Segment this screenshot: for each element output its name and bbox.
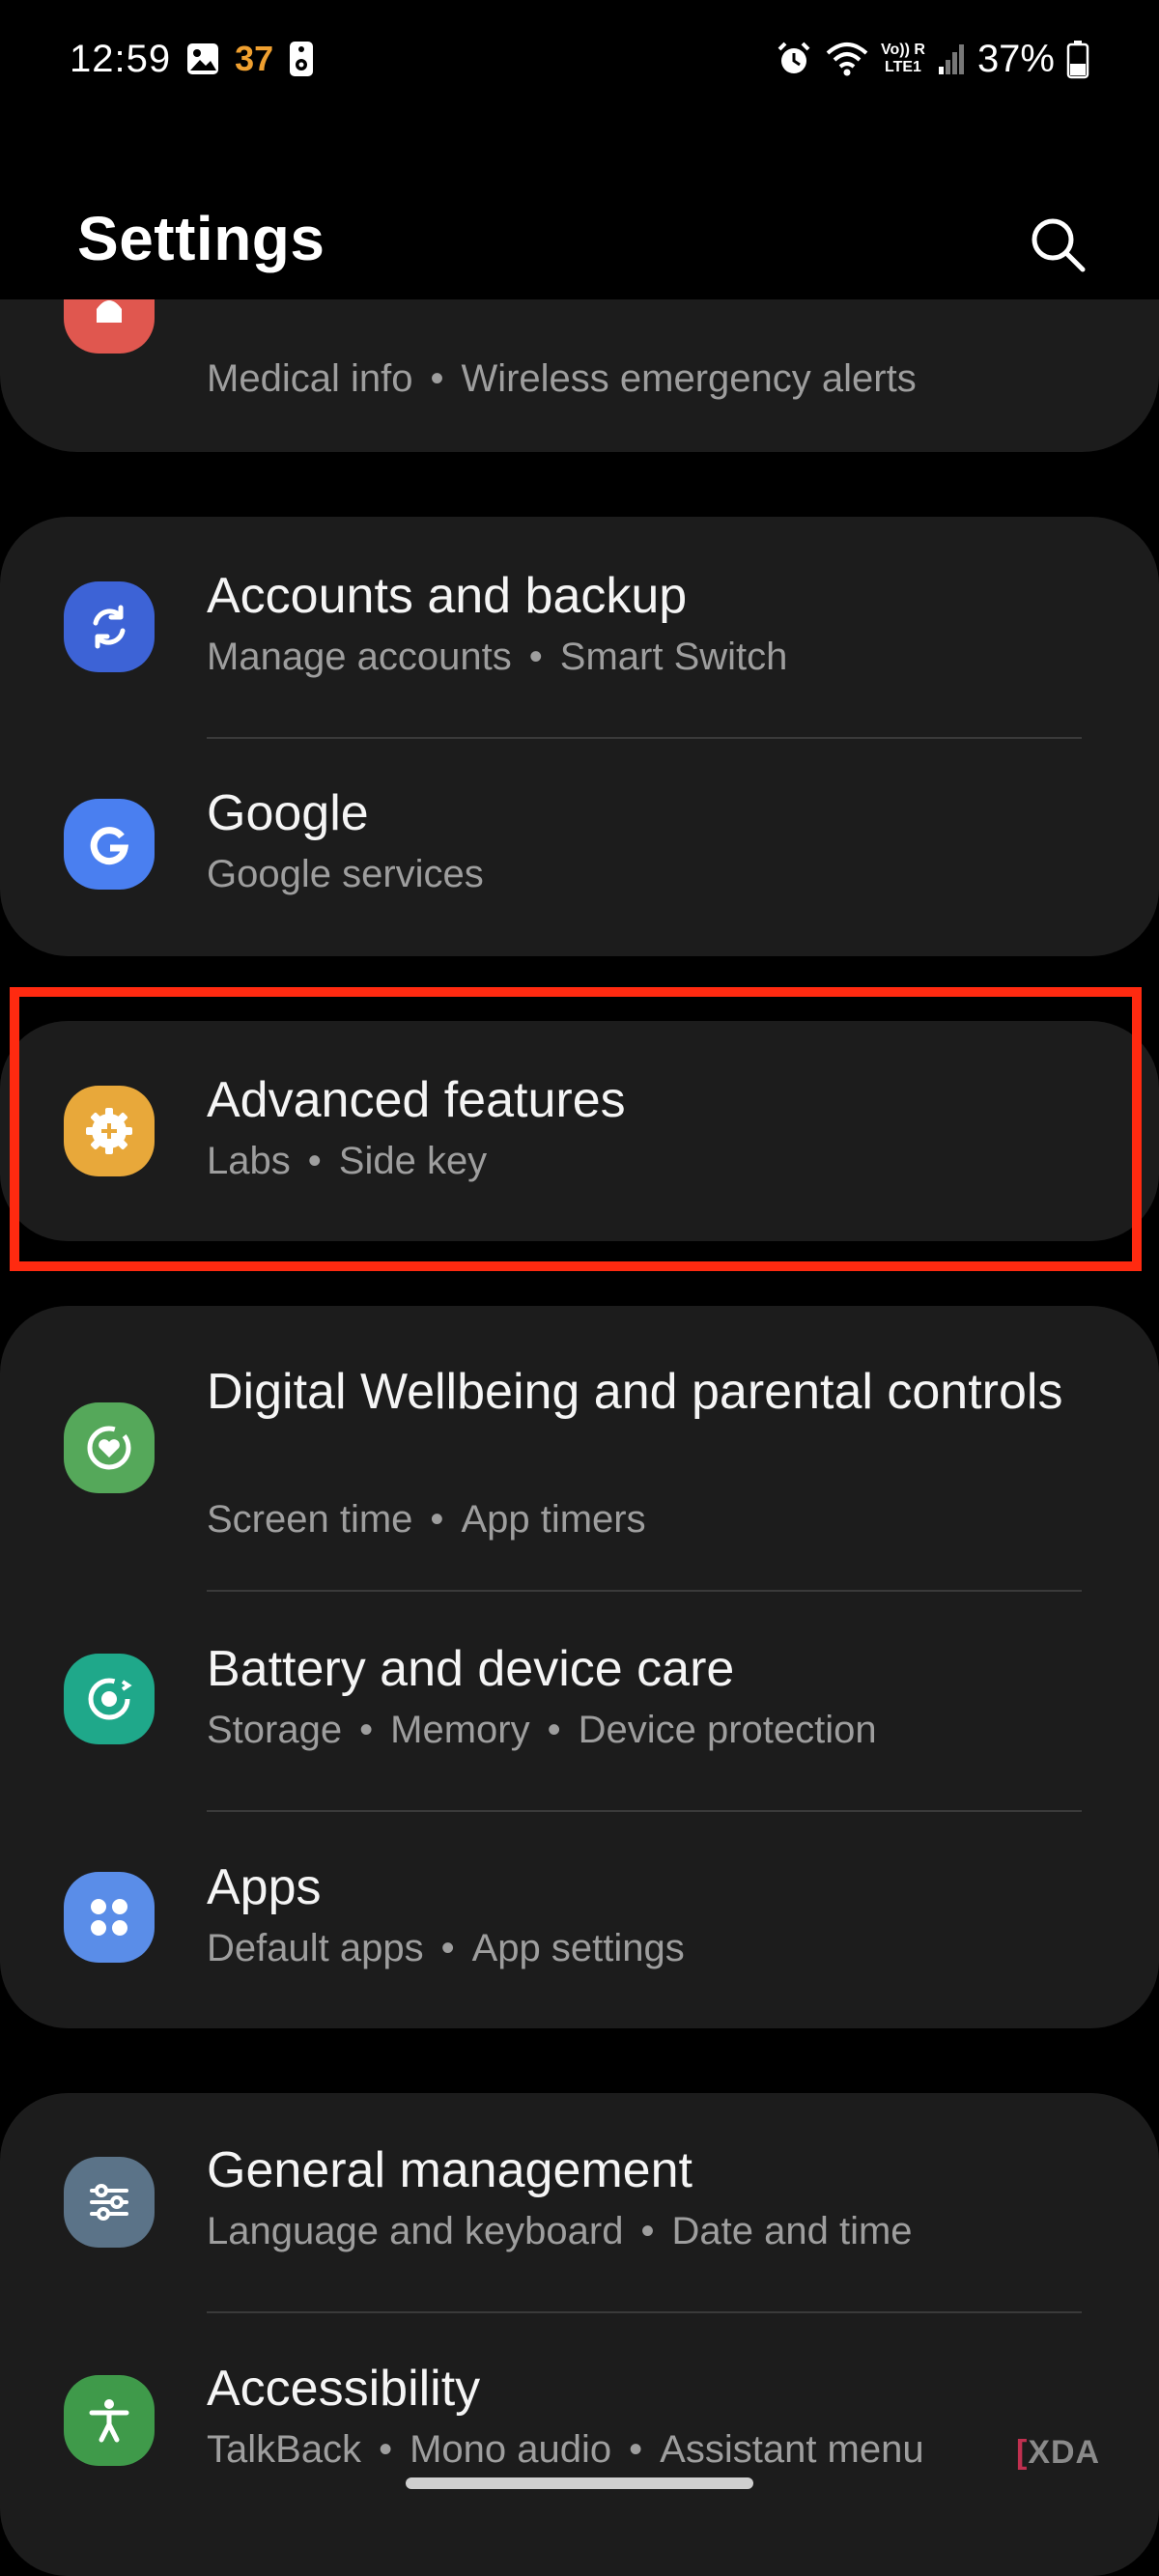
search-button[interactable] bbox=[1014, 203, 1101, 290]
volte-icon: Vo)) R LTE1 bbox=[881, 42, 925, 76]
siren-icon bbox=[64, 299, 155, 354]
xda-watermark: [XDA bbox=[1016, 2434, 1100, 2472]
advanced-sub-2: Side key bbox=[338, 1140, 488, 1182]
advanced-title: Advanced features bbox=[207, 1072, 626, 1128]
accessibility-sub-1: TalkBack bbox=[207, 2428, 362, 2471]
gallery-icon bbox=[184, 41, 221, 77]
general-sub-1: Language and keyboard bbox=[207, 2210, 624, 2252]
wellbeing-title: Digital Wellbeing and parental controls bbox=[207, 1364, 1063, 1420]
accessibility-icon bbox=[64, 2375, 155, 2466]
accounts-title: Accounts and backup bbox=[207, 568, 688, 624]
apps-item[interactable]: Apps Default apps • App settings bbox=[0, 1812, 1159, 2028]
advanced-card: Advanced features Labs • Side key bbox=[0, 1021, 1159, 1241]
sync-icon bbox=[64, 581, 155, 672]
accounts-card: Accounts and backup Manage accounts • Smar… bbox=[0, 517, 1159, 956]
wellbeing-sub-1: Screen time bbox=[207, 1498, 413, 1541]
wellbeing-sub-2: App timers bbox=[461, 1498, 646, 1541]
apps-sub-1: Default apps bbox=[207, 1927, 424, 1969]
separator: • bbox=[547, 1709, 561, 1751]
separator: • bbox=[430, 1498, 444, 1541]
digital-wellbeing-item[interactable]: Digital Wellbeing and parental controls … bbox=[0, 1306, 1159, 1590]
safety-sub-1: Medical info bbox=[207, 357, 413, 400]
status-bar: 12:59 37 Vo)) R LTE1 37% bbox=[0, 0, 1159, 116]
separator: • bbox=[359, 1709, 374, 1751]
general-sub-2: Date and time bbox=[671, 2210, 913, 2252]
volte-top-label: Vo)) R bbox=[881, 42, 925, 58]
battery-icon bbox=[1066, 39, 1089, 79]
device-icon bbox=[287, 40, 316, 78]
separator: • bbox=[629, 2428, 643, 2471]
accounts-sub-2: Smart Switch bbox=[559, 636, 788, 678]
separator: • bbox=[379, 2428, 393, 2471]
watermark-text: XDA bbox=[1028, 2434, 1101, 2471]
notification-count: 37 bbox=[235, 39, 274, 78]
separator: • bbox=[430, 357, 444, 400]
accounts-item[interactable]: Accounts and backup Manage accounts • Smar… bbox=[0, 517, 1159, 737]
accessibility-sub-3: Assistant menu bbox=[660, 2428, 924, 2471]
battery-device-care-item[interactable]: Battery and device care Storage • Memory • D… bbox=[0, 1592, 1159, 1810]
accounts-sub-1: Manage accounts bbox=[207, 636, 512, 678]
general-management-item[interactable]: General management Language and keyboard… bbox=[0, 2093, 1159, 2311]
device-care-icon bbox=[64, 1654, 155, 1744]
google-icon bbox=[64, 799, 155, 890]
signal-icon bbox=[937, 40, 966, 78]
sliders-icon bbox=[64, 2157, 155, 2248]
google-title: Google bbox=[207, 785, 369, 841]
watermark-mark: [ bbox=[1016, 2434, 1029, 2471]
general-card: General management Language and keyboard… bbox=[0, 2093, 1159, 2576]
google-sub-1: Google services bbox=[207, 853, 484, 895]
navigation-handle[interactable] bbox=[406, 2477, 753, 2489]
safety-card: Medical info • Wireless emergency alerts bbox=[0, 299, 1159, 452]
advanced-sub-1: Labs bbox=[207, 1140, 291, 1182]
battery-sub-1: Storage bbox=[207, 1709, 343, 1751]
battery-subtitle: Storage • Memory • Device protection bbox=[207, 1706, 877, 1754]
advanced-features-item[interactable]: Advanced features Labs • Side key bbox=[0, 1021, 1159, 1241]
general-title: General management bbox=[207, 2142, 693, 2198]
wifi-icon bbox=[825, 40, 869, 78]
search-icon bbox=[1027, 213, 1088, 280]
volte-bottom-label: LTE1 bbox=[885, 59, 921, 75]
accessibility-subtitle: TalkBack • Mono audio • Assistant menu bbox=[207, 2425, 924, 2474]
separator: • bbox=[640, 2210, 655, 2252]
safety-item[interactable]: Medical info • Wireless emergency alerts bbox=[0, 299, 1159, 452]
wellbeing-subtitle: Screen time • App timers bbox=[207, 1495, 646, 1543]
separator: • bbox=[528, 636, 543, 678]
page-title: Settings bbox=[77, 204, 325, 273]
google-item[interactable]: Google Google services bbox=[0, 739, 1159, 956]
separator: • bbox=[440, 1927, 455, 1969]
status-time: 12:59 bbox=[70, 37, 172, 80]
separator: • bbox=[307, 1140, 322, 1182]
general-subtitle: Language and keyboard • Date and time bbox=[207, 2207, 913, 2255]
accessibility-title: Accessibility bbox=[207, 2361, 481, 2417]
apps-subtitle: Default apps • App settings bbox=[207, 1924, 685, 1972]
battery-sub-2: Memory bbox=[390, 1709, 530, 1751]
safety-sub-2: Wireless emergency alerts bbox=[461, 357, 917, 400]
status-right: Vo)) R LTE1 37% bbox=[775, 33, 1089, 85]
accounts-subtitle: Manage accounts • Smart Switch bbox=[207, 633, 787, 681]
advanced-subtitle: Labs • Side key bbox=[207, 1137, 487, 1185]
wellbeing-icon bbox=[64, 1402, 155, 1493]
status-left: 12:59 37 bbox=[70, 33, 316, 85]
gear-plus-icon bbox=[64, 1086, 155, 1176]
google-subtitle: Google services bbox=[207, 850, 484, 898]
safety-subtitle: Medical info • Wireless emergency alerts bbox=[207, 354, 917, 403]
accessibility-item[interactable]: Accessibility TalkBack • Mono audio • Assist… bbox=[0, 2313, 1159, 2576]
battery-percent: 37% bbox=[976, 37, 1055, 80]
battery-title: Battery and device care bbox=[207, 1641, 735, 1697]
apps-title: Apps bbox=[207, 1859, 322, 1915]
apps-grid-icon bbox=[64, 1872, 155, 1963]
wellbeing-card: Digital Wellbeing and parental controls … bbox=[0, 1306, 1159, 2028]
alarm-icon bbox=[775, 40, 813, 78]
battery-sub-3: Device protection bbox=[578, 1709, 877, 1751]
apps-sub-2: App settings bbox=[471, 1927, 685, 1969]
accessibility-sub-2: Mono audio bbox=[410, 2428, 612, 2471]
